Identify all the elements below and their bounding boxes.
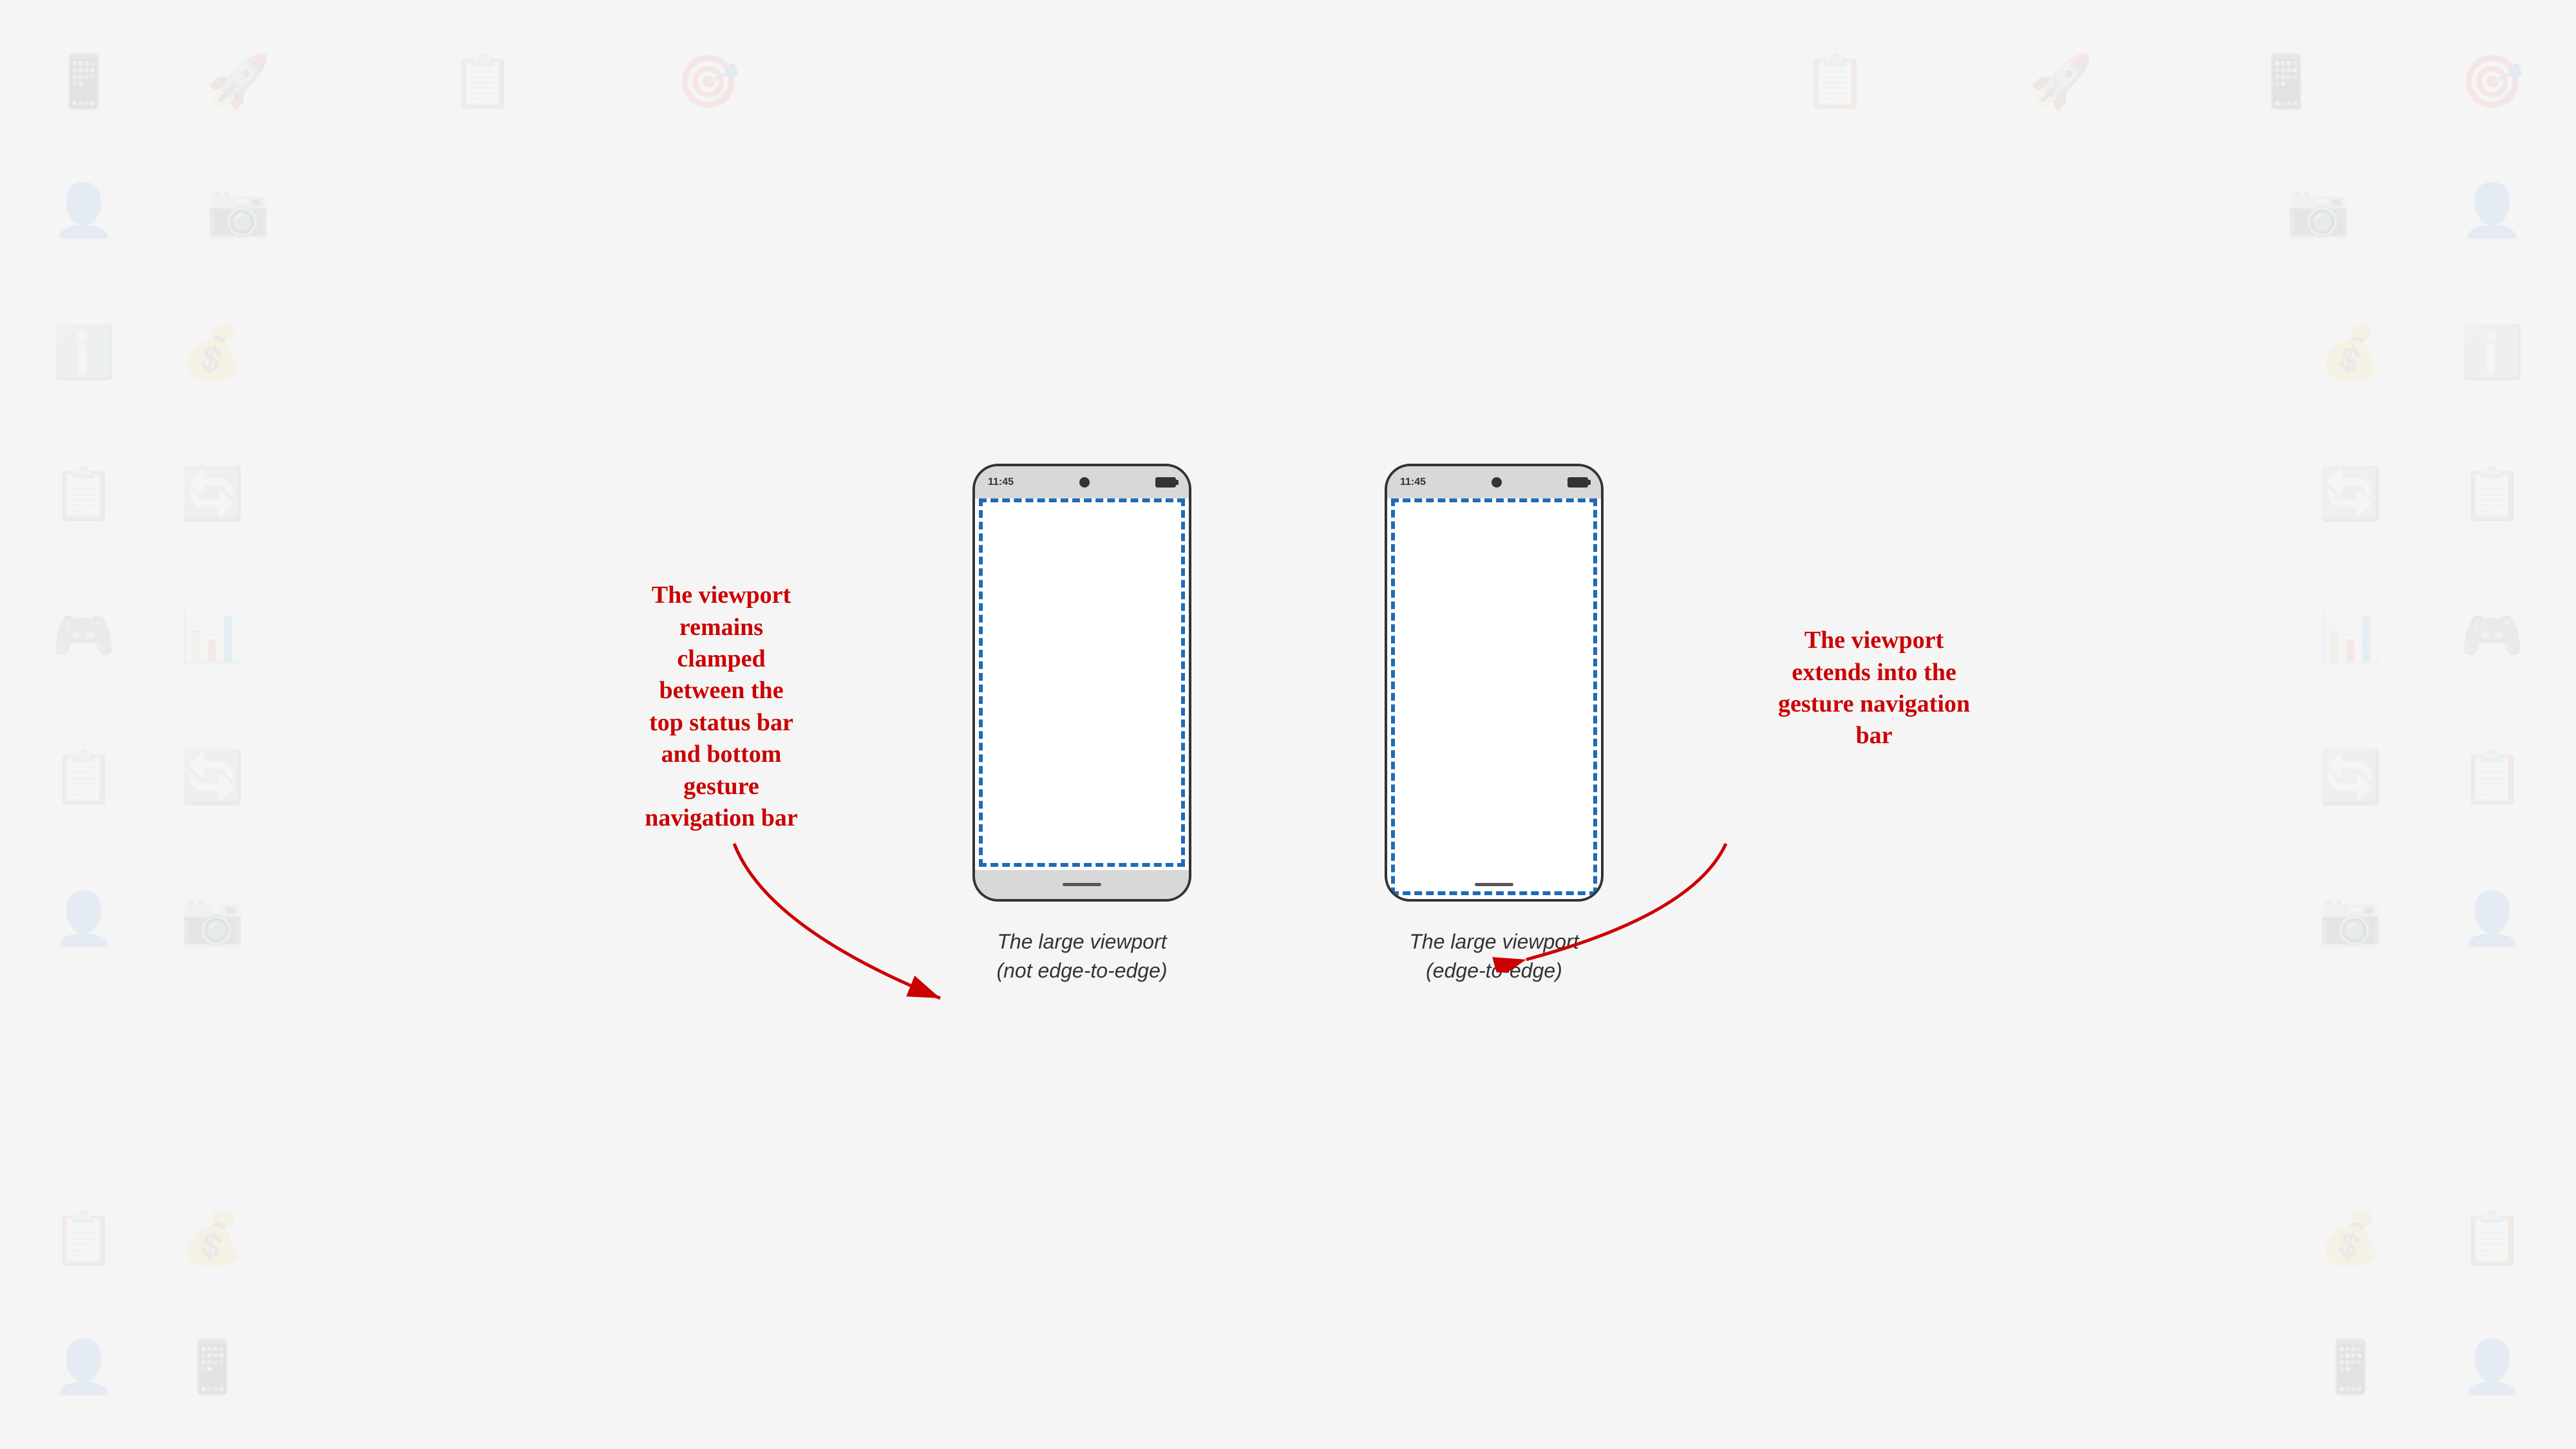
annotation-left: The viewport remains clamped between the… — [599, 580, 844, 834]
diagram-container: The viewport remains clamped between the… — [972, 464, 1604, 985]
phone-edge-to-edge-wrapper: The viewport extends into the gesture na… — [1385, 464, 1604, 985]
time-right: 11:45 — [1400, 477, 1426, 488]
annotation-right: The viewport extends into the gesture na… — [1745, 625, 2003, 752]
camera-right — [1492, 477, 1502, 488]
arrow-left — [715, 831, 985, 1011]
nav-handle-right — [1475, 883, 1513, 886]
viewport-left — [979, 498, 1185, 867]
nav-bar-right — [1387, 870, 1601, 899]
caption-left: The large viewport (not edge-to-edge) — [996, 927, 1167, 985]
caption-right: The large viewport (edge-to-edge) — [1409, 927, 1578, 985]
battery-left — [1155, 477, 1176, 488]
phone-left: 11:45 — [972, 464, 1191, 902]
time-left: 11:45 — [988, 477, 1014, 488]
status-bar-left: 11:45 — [975, 466, 1189, 498]
main-content: The viewport remains clamped between the… — [0, 0, 2576, 1449]
nav-bar-left — [975, 870, 1189, 899]
viewport-right — [1391, 498, 1597, 895]
battery-right — [1567, 477, 1588, 488]
nav-handle-left — [1063, 883, 1101, 886]
phone-right: 11:45 — [1385, 464, 1604, 902]
phone-not-edge-to-edge-wrapper: The viewport remains clamped between the… — [972, 464, 1191, 985]
camera-left — [1079, 477, 1090, 488]
status-bar-right: 11:45 — [1387, 466, 1601, 498]
